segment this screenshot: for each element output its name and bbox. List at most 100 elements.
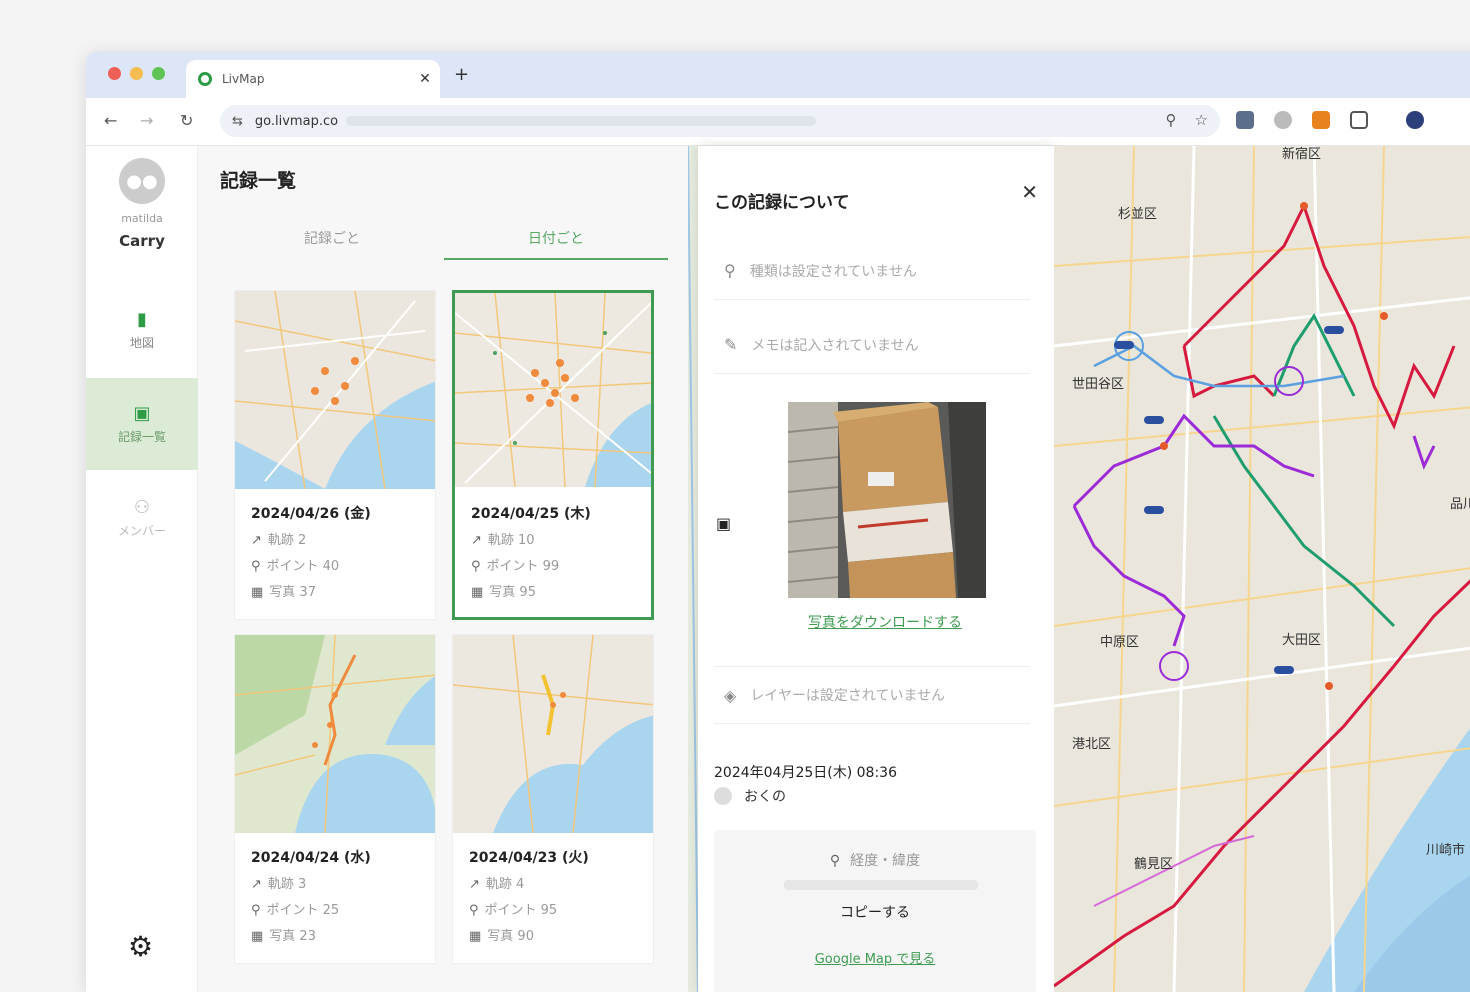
back-button[interactable]: ←: [104, 111, 117, 130]
card-map-thumbnail: [453, 635, 653, 833]
close-window-button[interactable]: [108, 67, 121, 80]
pin-icon: ⚲: [829, 853, 841, 869]
record-card[interactable]: 2024/04/23 (火) ↗ 軌跡 4 ⚲ ポイント 95 ▦ 写真 90: [452, 634, 654, 964]
card-tracks-text: 軌跡 4: [485, 877, 525, 892]
fox-extension-icon[interactable]: [1312, 111, 1330, 129]
nav-item-label: 地図: [129, 336, 154, 350]
map-edge: [687, 145, 699, 992]
download-photo-link[interactable]: 写真をダウンロードする: [698, 612, 1054, 632]
address-bar[interactable]: ⇆ go.livmap.co ⚲ ☆: [220, 105, 1220, 137]
card-photos-text: 写真 37: [269, 585, 316, 600]
card-tracks-text: 軌跡 3: [267, 877, 307, 892]
memo-field[interactable]: ✎ メモは記入されていません: [714, 316, 1030, 374]
card-photos-text: 写真 90: [487, 929, 534, 944]
card-tracks: ↗ 軌跡 4: [469, 873, 524, 892]
gear-icon[interactable]: ⚙: [128, 930, 153, 963]
tab-by-date[interactable]: 日付ごと: [444, 228, 668, 248]
bookmark-star-icon[interactable]: ☆: [1195, 111, 1208, 129]
detail-title: この記録について: [714, 193, 850, 213]
route-map[interactable]: 新宿区 杉並区 世田谷区 中原区 大田区 品川区 港北区 鶴見区 川崎市: [1053, 145, 1470, 992]
nav-item-records[interactable]: ▣ 記録一覧: [86, 378, 198, 470]
card-photos: ▦ 写真 95: [471, 581, 536, 600]
browser-tab[interactable]: LivMap ✕: [186, 60, 440, 98]
maximize-window-button[interactable]: [152, 67, 165, 80]
coord-label-text: 経度・緯度: [850, 853, 921, 869]
records-list-panel: 記録一覧 記録ごと 日付ごと 2024/04/26 (金) ↗ 軌跡 2 ⚲ ポ…: [198, 146, 688, 992]
card-tracks: ↗ 軌跡 10: [471, 529, 535, 548]
nav-rail: ●● matilda Carry ▮ 地図 ▣ 記録一覧 ⚇ メンバー ⚙: [86, 146, 198, 992]
card-photos: ▦ 写真 23: [251, 925, 316, 944]
user-avatar-icon: [714, 787, 732, 805]
forward-button[interactable]: →: [140, 111, 153, 130]
copy-button[interactable]: コピーする: [714, 902, 1036, 922]
pencil-icon: ✎: [724, 335, 738, 354]
puzzle-extensions-icon[interactable]: [1350, 111, 1368, 129]
image-icon: ▣: [716, 514, 732, 533]
pin-icon: ⚲: [251, 903, 261, 918]
livmap-favicon-icon: [198, 72, 212, 86]
nav-item-map[interactable]: ▮ 地図: [86, 284, 198, 376]
record-card[interactable]: 2024/04/26 (金) ↗ 軌跡 2 ⚲ ポイント 40 ▦ 写真 37: [234, 290, 436, 620]
omnibox-actions: ⚲ ☆: [1166, 111, 1208, 129]
map-label: 杉並区: [1118, 207, 1157, 222]
url-blurred: [346, 116, 817, 126]
reload-button[interactable]: ↻: [180, 111, 193, 130]
card-map-thumbnail: [235, 291, 435, 489]
card-photos: ▦ 写真 90: [469, 925, 534, 944]
coord-label: ⚲ 経度・緯度: [714, 850, 1036, 870]
photo-icon: ▦: [251, 585, 264, 600]
nav-item-label: メンバー: [117, 524, 166, 538]
extension-icon[interactable]: [1236, 111, 1254, 129]
new-tab-button[interactable]: +: [454, 64, 469, 85]
record-photo[interactable]: [788, 402, 986, 598]
map-label: 大田区: [1282, 633, 1321, 648]
card-tracks: ↗ 軌跡 2: [251, 529, 306, 548]
card-points-text: ポイント 25: [266, 903, 340, 918]
type-field[interactable]: ⚲ 種類は設定されていません: [714, 242, 1030, 300]
record-card[interactable]: 2024/04/24 (水) ↗ 軌跡 3 ⚲ ポイント 25 ▦ 写真 23: [234, 634, 436, 964]
card-photos-text: 写真 23: [269, 929, 316, 944]
route-icon: ↗: [251, 533, 262, 548]
user-id: matilda: [121, 212, 163, 225]
close-icon[interactable]: ✕: [1021, 180, 1038, 204]
card-points-text: ポイント 95: [484, 903, 558, 918]
record-card-selected[interactable]: 2024/04/25 (木) ↗ 軌跡 10 ⚲ ポイント 99 ▦ 写真 95: [452, 290, 654, 620]
tab-by-record[interactable]: 記録ごと: [220, 228, 444, 248]
nav-item-label: 記録一覧: [117, 430, 166, 444]
pin-icon: ⚲: [471, 559, 481, 574]
route-icon: ↗: [471, 533, 482, 548]
coordinates-box: ⚲ 経度・緯度 コピーする Google Map で見る: [714, 830, 1036, 992]
layer-field[interactable]: ◈ レイヤーは設定されていません: [714, 666, 1030, 724]
minimize-window-button[interactable]: [130, 67, 143, 80]
photo-icon: ▦: [251, 929, 264, 944]
map-label: 世田谷区: [1072, 377, 1124, 392]
page-title: 記録一覧: [220, 170, 297, 192]
map-label: 品川区: [1450, 497, 1470, 512]
tab-bar: LivMap ✕ +: [86, 52, 1470, 98]
extension-icons: [1236, 111, 1424, 129]
site-settings-icon[interactable]: ⇆: [232, 114, 243, 129]
pin-icon: ⚲: [251, 559, 261, 574]
zoom-icon[interactable]: ⚲: [1166, 111, 1177, 129]
map-label: 港北区: [1072, 737, 1111, 752]
map-label: 新宿区: [1282, 146, 1321, 162]
window-controls: [108, 67, 165, 80]
card-points-text: ポイント 99: [486, 559, 560, 574]
user-avatar[interactable]: ●●: [119, 158, 165, 204]
map-label: 川崎市: [1426, 842, 1465, 858]
browser-toolbar: ← → ↻ ⇆ go.livmap.co ⚲ ☆: [86, 98, 1470, 146]
url-text: go.livmap.co: [254, 113, 339, 129]
tab-title: LivMap: [222, 72, 265, 86]
card-tracks-text: 軌跡 10: [487, 533, 535, 548]
map-icon: ▮: [137, 309, 147, 330]
card-photos-text: 写真 95: [489, 585, 536, 600]
profile-avatar[interactable]: [1406, 111, 1424, 129]
tab-close-icon[interactable]: ✕: [410, 71, 440, 87]
card-tracks: ↗ 軌跡 3: [251, 873, 306, 892]
card-date: 2024/04/23 (火): [469, 850, 589, 866]
record-user-name: おくの: [744, 789, 786, 805]
route-icon: ↗: [469, 877, 480, 892]
extension-icon[interactable]: [1274, 111, 1292, 129]
nav-item-members[interactable]: ⚇ メンバー: [86, 472, 198, 564]
google-map-link[interactable]: Google Map で見る: [714, 948, 1036, 967]
